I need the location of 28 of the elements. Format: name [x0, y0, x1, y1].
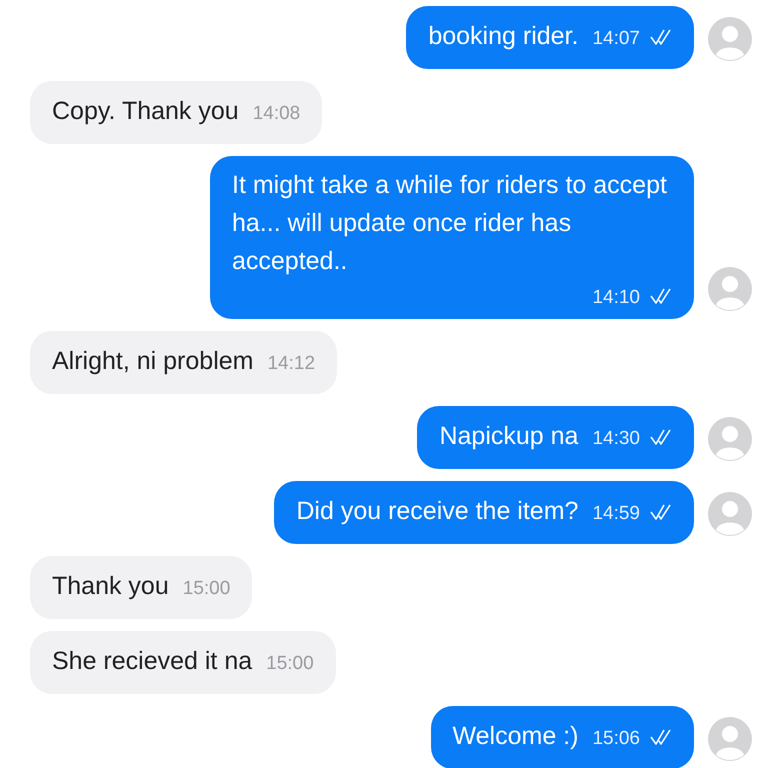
- message-text: She recieved it na: [52, 647, 252, 675]
- message-text: It might take a while for riders to accept ha... will update once rider has accepted..: [232, 170, 668, 277]
- message-time: 15:00: [266, 653, 314, 674]
- double-check-icon: [650, 728, 672, 746]
- message-time: 14:10: [592, 287, 640, 308]
- double-check-icon: [650, 428, 672, 446]
- message-text: booking rider.: [428, 22, 578, 50]
- message-text: Thank you: [52, 572, 169, 600]
- double-check-icon: [650, 503, 672, 521]
- message-text: Alright, ni problem: [52, 347, 254, 375]
- message-text: Copy. Thank you: [52, 97, 239, 125]
- message-text: Did you receive the item?: [296, 497, 578, 525]
- double-check-icon: [650, 287, 672, 305]
- message-time: 14:07: [592, 28, 640, 49]
- double-check-icon: [650, 28, 672, 46]
- message-text: Napickup na: [439, 422, 578, 450]
- message-text: Welcome :): [452, 722, 578, 750]
- message-time: 14:30: [592, 428, 640, 449]
- avatar-icon[interactable]: [708, 17, 752, 61]
- avatar-icon[interactable]: [708, 492, 752, 536]
- avatar-icon[interactable]: [708, 717, 752, 761]
- message-time: 14:59: [592, 503, 640, 524]
- message-time: 15:00: [182, 578, 230, 599]
- message-time: 15:06: [592, 728, 640, 749]
- message-time: 14:08: [252, 103, 300, 124]
- message-time: 14:12: [267, 353, 316, 374]
- avatar-icon[interactable]: [708, 267, 752, 311]
- avatar-icon[interactable]: [708, 417, 752, 461]
